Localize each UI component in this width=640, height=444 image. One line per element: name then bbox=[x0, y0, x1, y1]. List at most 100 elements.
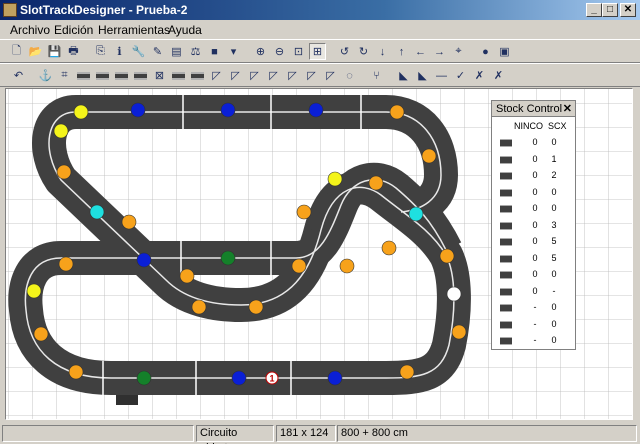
track-straight-icon[interactable] bbox=[75, 67, 92, 84]
track-straight-quarter-icon[interactable] bbox=[113, 67, 130, 84]
track-border-3-icon-glyph: — bbox=[436, 69, 447, 82]
layers-icon[interactable]: ▣ bbox=[496, 43, 513, 60]
rotate-left-icon-glyph: ↺ bbox=[339, 46, 350, 58]
center-icon[interactable]: ⌖ bbox=[450, 43, 467, 60]
stock-scx-value: 0 bbox=[551, 269, 557, 279]
orange-lane-marker bbox=[339, 258, 355, 274]
grid-icon-glyph: ⊞ bbox=[312, 46, 323, 58]
stock-header: Stock Control ✕ bbox=[492, 101, 575, 117]
info-icon[interactable]: ℹ bbox=[111, 43, 128, 60]
track-straight-quarter-icon-glyph bbox=[115, 71, 128, 80]
blue-lane-marker bbox=[136, 252, 152, 268]
track-curve-2-icon[interactable]: ◸ bbox=[227, 67, 244, 84]
orange-lane-marker bbox=[399, 364, 415, 380]
track-split-icon[interactable]: ⑂ bbox=[368, 67, 385, 84]
track-piece-icon bbox=[500, 254, 512, 263]
track-curve-7-icon[interactable]: ◸ bbox=[322, 67, 339, 84]
stock-scx-value: 2 bbox=[551, 170, 557, 180]
zoom-out-icon[interactable]: ⊖ bbox=[271, 43, 288, 60]
tools-icon[interactable]: 🔧 bbox=[130, 43, 147, 60]
print-icon[interactable]: 🖶 bbox=[65, 43, 82, 60]
rotate-right-icon[interactable]: ↻ bbox=[355, 43, 372, 60]
dropdown-arrow-icon[interactable]: ▾ bbox=[225, 43, 242, 60]
delete-all-icon[interactable]: ✗ bbox=[490, 67, 507, 84]
menu-archivo[interactable]: Archivo bbox=[10, 23, 50, 37]
book-icon[interactable]: ▤ bbox=[168, 43, 185, 60]
anchor-icon[interactable]: ⚓ bbox=[37, 67, 54, 84]
edit-pencil-icon[interactable]: ✎ bbox=[149, 43, 166, 60]
menu-edicion[interactable]: Edición bbox=[54, 23, 93, 37]
open-folder-icon-glyph: 📂 bbox=[28, 46, 43, 58]
stock-row: 02 bbox=[492, 168, 575, 184]
arrow-down-icon[interactable]: ↓ bbox=[374, 43, 391, 60]
status-circuit-size: 181 x 124 cm bbox=[276, 425, 336, 444]
minimize-button[interactable]: _ bbox=[586, 3, 602, 17]
track-border-3-icon[interactable]: — bbox=[433, 67, 450, 84]
col-scx: SCX bbox=[548, 121, 567, 131]
arrow-down-icon-glyph: ↓ bbox=[379, 45, 386, 58]
new-file-icon[interactable]: 🗋 bbox=[8, 43, 25, 60]
track-curve-1-icon[interactable]: ◸ bbox=[208, 67, 225, 84]
arrow-up-icon[interactable]: ↑ bbox=[393, 43, 410, 60]
track-piece-icon bbox=[500, 172, 512, 180]
track-curve-7-icon-glyph: ◸ bbox=[326, 70, 335, 82]
track-crossing-icon[interactable]: ⌗ bbox=[56, 67, 73, 84]
track-pit-icon[interactable] bbox=[170, 67, 187, 84]
balance-icon[interactable]: ⚖ bbox=[187, 43, 204, 60]
undo-icon[interactable]: ↶ bbox=[10, 67, 27, 84]
zoom-fit-icon[interactable]: ⊡ bbox=[290, 43, 307, 60]
track-curve-3-icon[interactable]: ◸ bbox=[246, 67, 263, 84]
delete-icon[interactable]: ✗ bbox=[471, 67, 488, 84]
stock-close-button[interactable]: ✕ bbox=[563, 102, 572, 115]
stock-scx-value: 0 bbox=[551, 318, 557, 329]
track-straight-short-icon[interactable] bbox=[132, 67, 149, 84]
track-piece-icon bbox=[500, 304, 512, 312]
track-border-1-icon[interactable]: ◣ bbox=[395, 67, 412, 84]
blue-lane-marker bbox=[220, 102, 236, 118]
track-border-2-icon-glyph: ◣ bbox=[418, 70, 427, 82]
menu-herramientas[interactable]: Herramientas bbox=[98, 23, 170, 37]
track-hairpin-icon-glyph: ◌ bbox=[346, 69, 353, 82]
track-cross-icon[interactable]: ⊠ bbox=[151, 67, 168, 84]
zoom-in-icon[interactable]: ⊕ bbox=[252, 43, 269, 60]
arrow-right-icon-glyph: → bbox=[434, 45, 445, 58]
track-border-4-icon-glyph: ✓ bbox=[455, 70, 466, 82]
track-border-2-icon[interactable]: ◣ bbox=[414, 67, 431, 84]
stock-ninco-value: 0 bbox=[532, 219, 538, 230]
stock-ninco-value: 0 bbox=[532, 269, 538, 279]
track-curve-6-icon[interactable]: ◸ bbox=[303, 67, 320, 84]
stock-control-panel: Stock Control ✕ NINCO SCX 00010200000305… bbox=[491, 100, 576, 350]
stock-scx-value: 5 bbox=[551, 236, 557, 246]
title-bar: SlotTrackDesigner - Prueba-2 _ □ ✕ bbox=[0, 0, 640, 20]
track-piece-icon bbox=[500, 320, 512, 329]
orange-lane-marker bbox=[368, 175, 384, 191]
arrow-right-icon[interactable]: → bbox=[431, 43, 448, 60]
save-icon[interactable]: 💾 bbox=[46, 43, 63, 60]
arrow-left-icon[interactable]: ← bbox=[412, 43, 429, 60]
stock-scx-value: 0 bbox=[551, 335, 557, 345]
orange-lane-marker bbox=[451, 324, 467, 340]
orange-lane-marker bbox=[56, 164, 72, 180]
green-lane-marker bbox=[136, 370, 152, 386]
menu-ayuda[interactable]: Ayuda bbox=[168, 23, 202, 37]
close-button[interactable]: ✕ bbox=[620, 3, 636, 17]
track-curve-3-icon-glyph: ◸ bbox=[250, 70, 259, 82]
track-border-4-icon[interactable]: ✓ bbox=[452, 67, 469, 84]
track-lane-change-icon[interactable] bbox=[189, 67, 206, 84]
track-hairpin-icon[interactable]: ◌ bbox=[341, 67, 358, 84]
rotate-left-icon[interactable]: ↺ bbox=[336, 43, 353, 60]
track-curve-4-icon[interactable]: ◸ bbox=[265, 67, 282, 84]
track-straight-half-icon[interactable] bbox=[94, 67, 111, 84]
colors-icon[interactable]: ● bbox=[477, 43, 494, 60]
grid-icon[interactable]: ⊞ bbox=[309, 43, 326, 60]
open-folder-icon[interactable]: 📂 bbox=[27, 43, 44, 60]
maximize-button[interactable]: □ bbox=[602, 3, 618, 17]
track-curve-5-icon-glyph: ◸ bbox=[288, 70, 297, 82]
stock-ninco-value: 0 bbox=[532, 137, 538, 147]
track-curve-5-icon[interactable]: ◸ bbox=[284, 67, 301, 84]
yellow-lane-marker bbox=[327, 171, 343, 187]
stock-ninco-value: 0 bbox=[532, 186, 538, 197]
copy-icon[interactable]: ⎘ bbox=[92, 43, 109, 60]
color-picker-icon[interactable]: ■ bbox=[206, 43, 223, 60]
stock-row: -0 bbox=[492, 300, 575, 316]
